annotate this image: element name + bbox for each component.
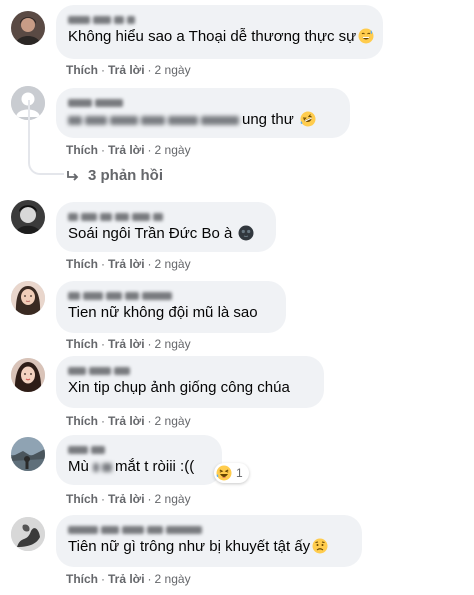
avatar[interactable] xyxy=(11,200,45,234)
comment-actions: Thích · Trả lời · 2 ngày xyxy=(66,143,191,157)
comment-text: ung thư xyxy=(68,110,338,130)
like-link[interactable]: Thích xyxy=(66,492,98,506)
comment-text: Soái ngôi Trần Đức Bo à xyxy=(68,224,264,244)
timestamp[interactable]: 2 ngày xyxy=(155,63,191,77)
author-name[interactable] xyxy=(68,96,338,110)
comment-actions: Thích · Trả lời · 2 ngày xyxy=(66,414,191,428)
comment-bubble: Tiên nữ gì trông như bị khuyết tật ấy xyxy=(56,515,362,567)
reaction-badge[interactable]: 1 xyxy=(214,463,249,483)
comment-bubble: ung thư xyxy=(56,88,350,138)
comment-actions: Thích · Trả lời · 2 ngày xyxy=(66,63,191,77)
comment-bubble: Mù mắt t ròiii :(( xyxy=(56,435,222,485)
sad-face-icon xyxy=(312,538,328,554)
avatar[interactable] xyxy=(11,11,45,45)
grinning-sweat-icon xyxy=(358,28,374,44)
comment-bubble: Soái ngôi Trần Đức Bo à xyxy=(56,202,276,252)
like-link[interactable]: Thích xyxy=(66,414,98,428)
haha-reaction-icon xyxy=(216,465,232,481)
reply-link[interactable]: Trả lời xyxy=(108,63,145,77)
avatar[interactable] xyxy=(11,281,45,315)
comment-bubble: Xin tip chụp ảnh giống công chúa xyxy=(56,356,324,408)
author-name[interactable] xyxy=(68,13,371,27)
author-name[interactable] xyxy=(68,523,350,537)
comment-actions: Thích · Trả lời · 2 ngày xyxy=(66,572,191,586)
like-link[interactable]: Thích xyxy=(66,257,98,271)
comment-actions: Thích · Trả lời · 2 ngày xyxy=(66,492,191,506)
redacted-text xyxy=(68,110,242,130)
comment-text: Tiên nữ gì trông như bị khuyết tật ấy xyxy=(68,537,350,557)
comment-text: Xin tip chụp ảnh giống công chúa xyxy=(68,379,290,396)
reply-link[interactable]: Trả lời xyxy=(108,257,145,271)
timestamp[interactable]: 2 ngày xyxy=(155,492,191,506)
author-name[interactable] xyxy=(68,364,312,378)
comment-actions: Thích · Trả lời · 2 ngày xyxy=(66,257,191,271)
avatar[interactable] xyxy=(11,437,45,471)
comment-bubble: Tien nữ không đội mũ là sao xyxy=(56,281,286,333)
comment-text: Tien nữ không đội mũ là sao xyxy=(68,304,258,321)
timestamp[interactable]: 2 ngày xyxy=(155,414,191,428)
author-name[interactable] xyxy=(68,443,210,457)
new-moon-face-icon xyxy=(238,225,254,241)
timestamp[interactable]: 2 ngày xyxy=(155,143,191,157)
avatar[interactable] xyxy=(11,517,45,551)
author-name[interactable] xyxy=(68,289,274,303)
like-link[interactable]: Thích xyxy=(66,63,98,77)
timestamp[interactable]: 2 ngày xyxy=(155,337,191,351)
comment-bubble: Không hiểu sao a Thoại dễ thương thực sự xyxy=(56,5,383,59)
reaction-count: 1 xyxy=(236,466,243,480)
reply-arrow-icon xyxy=(66,169,80,183)
timestamp[interactable]: 2 ngày xyxy=(155,572,191,586)
reply-link[interactable]: Trả lời xyxy=(108,414,145,428)
timestamp[interactable]: 2 ngày xyxy=(155,257,191,271)
comment-actions: Thích · Trả lời · 2 ngày xyxy=(66,337,191,351)
rofl-icon xyxy=(300,111,316,127)
avatar[interactable] xyxy=(11,358,45,392)
comment-text: Không hiểu sao a Thoại dễ thương thực sự xyxy=(68,27,374,47)
view-replies-link[interactable]: 3 phản hồi xyxy=(66,167,163,184)
reply-link[interactable]: Trả lời xyxy=(108,572,145,586)
thread-connector xyxy=(28,100,64,175)
like-link[interactable]: Thích xyxy=(66,143,98,157)
comment-text: Mù mắt t ròiii :(( xyxy=(68,457,210,477)
reply-link[interactable]: Trả lời xyxy=(108,143,145,157)
reply-link[interactable]: Trả lời xyxy=(108,337,145,351)
reply-link[interactable]: Trả lời xyxy=(108,492,145,506)
like-link[interactable]: Thích xyxy=(66,337,98,351)
like-link[interactable]: Thích xyxy=(66,572,98,586)
redacted-text xyxy=(93,457,115,477)
author-name[interactable] xyxy=(68,210,264,224)
